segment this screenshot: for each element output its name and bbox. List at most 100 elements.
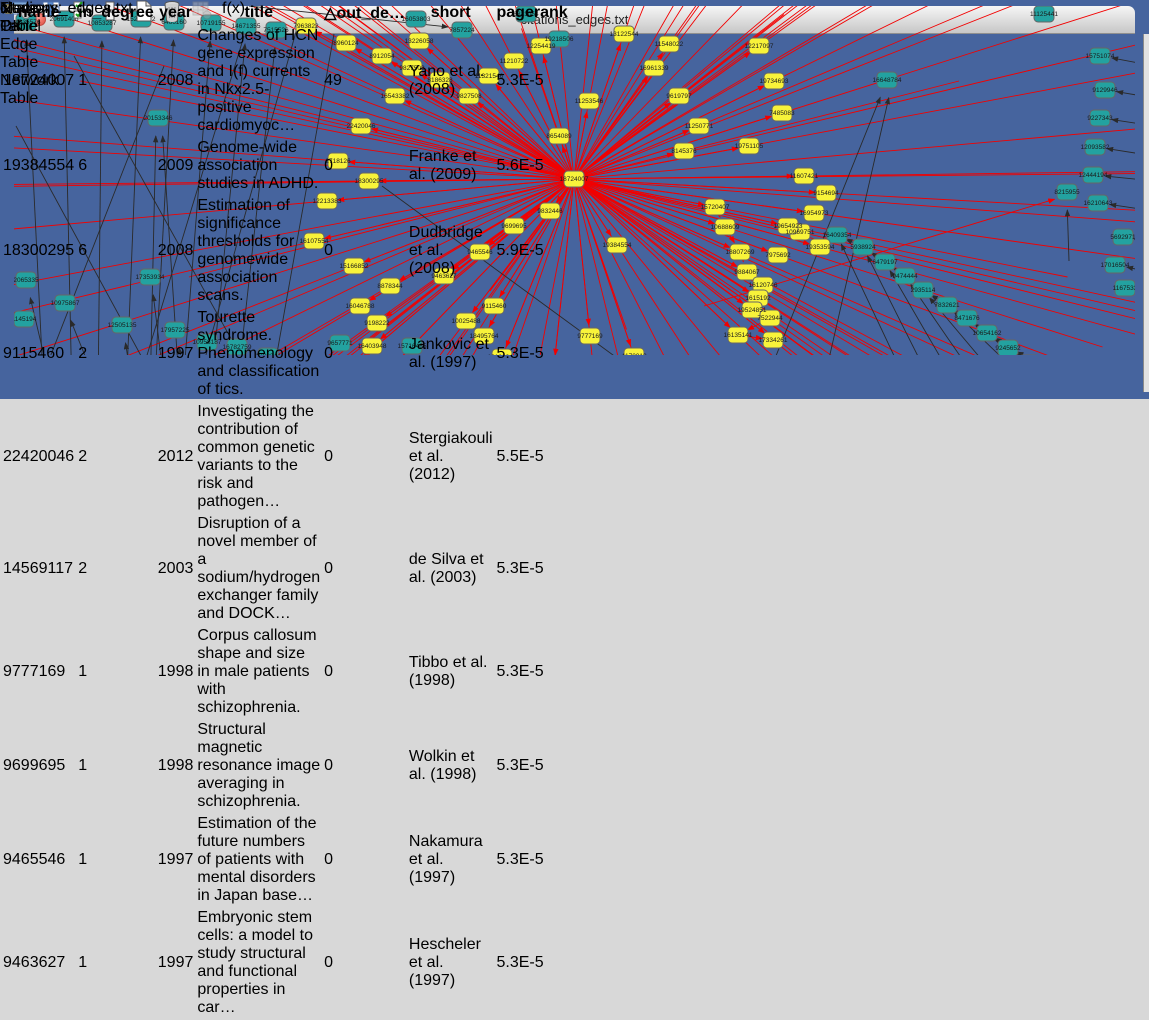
- table-cell[interactable]: Estimation of significance thresholds fo…: [196, 196, 321, 306]
- table-cell[interactable]: 5.3E-5: [496, 308, 569, 400]
- table-cell[interactable]: 2012: [157, 402, 195, 512]
- table-cell[interactable]: Embryonic stem cells: a model to study s…: [196, 908, 321, 1018]
- table-row[interactable]: 969969511998Structural magnetic resonanc…: [2, 720, 569, 812]
- table-cell[interactable]: 0: [323, 308, 406, 400]
- table-cell[interactable]: 2: [77, 402, 155, 512]
- table-cell[interactable]: 5.3E-5: [496, 814, 569, 906]
- table-cell[interactable]: 0: [323, 626, 406, 718]
- table-row[interactable]: 911546021997Tourette syndrome. Phenomeno…: [2, 308, 569, 400]
- table-cell[interactable]: Tibbo et al. (1998): [408, 626, 494, 718]
- table-cell[interactable]: 2: [77, 308, 155, 400]
- table-cell[interactable]: Disruption of a novel member of a sodium…: [196, 514, 321, 624]
- table-cell[interactable]: 1998: [157, 720, 195, 812]
- table-cell[interactable]: 2008: [157, 26, 195, 136]
- table-cell[interactable]: 1998: [157, 626, 195, 718]
- network-edge[interactable]: [574, 179, 809, 244]
- table-cell[interactable]: Estimation of the future numbers of pati…: [196, 814, 321, 906]
- table-cell[interactable]: 2009: [157, 138, 195, 194]
- table-cell[interactable]: 6: [77, 138, 155, 194]
- table-cell[interactable]: 14569117: [2, 514, 75, 624]
- table-cell[interactable]: 1: [77, 908, 155, 1018]
- network-edge[interactable]: [1112, 58, 1135, 66]
- table-cell[interactable]: 1997: [157, 814, 195, 906]
- table-cell[interactable]: 0: [323, 402, 406, 512]
- table-cell[interactable]: Tourette syndrome. Phenomenology and cla…: [196, 308, 321, 400]
- column-header[interactable]: year: [157, 2, 195, 24]
- table-cell[interactable]: Franke et al. (2009): [408, 138, 494, 194]
- table-cell[interactable]: 18300295: [2, 196, 75, 306]
- table-cell[interactable]: 0: [323, 720, 406, 812]
- column-header[interactable]: △out_de…: [323, 2, 406, 24]
- table-cell[interactable]: 2008: [157, 196, 195, 306]
- table-row[interactable]: 946554611997Estimation of the future num…: [2, 814, 569, 906]
- table-cell[interactable]: 2: [77, 514, 155, 624]
- network-node-label: 9884067: [734, 269, 760, 276]
- table-cell[interactable]: 9465546: [2, 814, 75, 906]
- column-header[interactable]: title: [196, 2, 321, 24]
- network-node-label: 11607421: [790, 173, 819, 180]
- table-row[interactable]: 977716911998Corpus callosum shape and si…: [2, 626, 569, 718]
- table-cell[interactable]: 1: [77, 626, 155, 718]
- table-cell[interactable]: 1: [77, 720, 155, 812]
- network-node-label: 9227343: [1087, 115, 1113, 122]
- network-edge[interactable]: [1112, 120, 1135, 126]
- table-cell[interactable]: 0: [323, 196, 406, 306]
- network-node-label: 12444194: [1079, 172, 1108, 179]
- network-edge[interactable]: [1107, 149, 1135, 156]
- table-row[interactable]: 1830029562008Estimation of significance …: [2, 196, 569, 306]
- table-cell[interactable]: 49: [323, 26, 406, 136]
- table-cell[interactable]: 19384554: [2, 138, 75, 194]
- table-cell[interactable]: 5.3E-5: [496, 26, 569, 136]
- tab-network-table[interactable]: Network Table: [0, 72, 59, 108]
- table-cell[interactable]: Genome-wide association studies in ADHD.: [196, 138, 321, 194]
- table-cell[interactable]: 5.9E-5: [496, 196, 569, 306]
- table-cell[interactable]: Structural magnetic resonance image aver…: [196, 720, 321, 812]
- table-cell[interactable]: Stergiakouli et al. (2012): [408, 402, 494, 512]
- table-cell[interactable]: 5.3E-5: [496, 626, 569, 718]
- table-cell[interactable]: 1: [77, 26, 155, 136]
- table-cell[interactable]: Changes of HCN gene expression and I(f) …: [196, 26, 321, 136]
- table-cell[interactable]: Hescheler et al. (1997): [408, 908, 494, 1018]
- network-edge[interactable]: [1105, 176, 1135, 181]
- column-header[interactable]: in_degree: [77, 2, 155, 24]
- table-cell[interactable]: 6: [77, 196, 155, 306]
- table-cell[interactable]: 0: [323, 138, 406, 194]
- table-cell[interactable]: 2003: [157, 514, 195, 624]
- column-header[interactable]: pagerank: [496, 2, 569, 24]
- table-cell[interactable]: 0: [323, 514, 406, 624]
- table-cell[interactable]: 5.3E-5: [496, 514, 569, 624]
- table-cell[interactable]: 0: [323, 908, 406, 1018]
- table-cell[interactable]: 9699695: [2, 720, 75, 812]
- table-row[interactable]: 946362711997Embryonic stem cells: a mode…: [2, 908, 569, 1018]
- table-cell[interactable]: Corpus callosum shape and size in male p…: [196, 626, 321, 718]
- network-node-label: 1615192: [745, 295, 771, 302]
- table-row[interactable]: 1456911722003Disruption of a novel membe…: [2, 514, 569, 624]
- network-node-label: 7975692: [765, 252, 791, 259]
- table-cell[interactable]: de Silva et al. (2003): [408, 514, 494, 624]
- network-edge[interactable]: [1117, 92, 1135, 98]
- table-cell[interactable]: 5.3E-5: [496, 720, 569, 812]
- column-header[interactable]: short: [408, 2, 494, 24]
- table-cell[interactable]: 9463627: [2, 908, 75, 1018]
- table-cell[interactable]: 1997: [157, 308, 195, 400]
- network-edge[interactable]: [1067, 210, 1069, 261]
- table-cell[interactable]: 1997: [157, 908, 195, 1018]
- table-cell[interactable]: 9115460: [2, 308, 75, 400]
- table-row[interactable]: 1872400712008Changes of HCN gene express…: [2, 26, 569, 136]
- table-row[interactable]: 2242004622012Investigating the contribut…: [2, 402, 569, 512]
- table-cell[interactable]: Nakamura et al. (1997): [408, 814, 494, 906]
- table-cell[interactable]: 5.3E-5: [496, 908, 569, 1018]
- table-cell[interactable]: Investigating the contribution of common…: [196, 402, 321, 512]
- table-cell[interactable]: 5.5E-5: [496, 402, 569, 512]
- table-cell[interactable]: 9777169: [2, 626, 75, 718]
- table-cell[interactable]: 1: [77, 814, 155, 906]
- table-cell[interactable]: Jankovic et al. (1997): [408, 308, 494, 400]
- table-cell[interactable]: Dudbridge et al. (2008): [408, 196, 494, 306]
- table-cell[interactable]: Yano et al. (2008): [408, 26, 494, 136]
- table-cell[interactable]: 5.6E-5: [496, 138, 569, 194]
- table-cell[interactable]: Wolkin et al. (1998): [408, 720, 494, 812]
- tab-edge-table[interactable]: Edge Table: [0, 36, 59, 72]
- table-cell[interactable]: 0: [323, 814, 406, 906]
- table-cell[interactable]: 22420046: [2, 402, 75, 512]
- table-row[interactable]: 1938455462009Genome-wide association stu…: [2, 138, 569, 194]
